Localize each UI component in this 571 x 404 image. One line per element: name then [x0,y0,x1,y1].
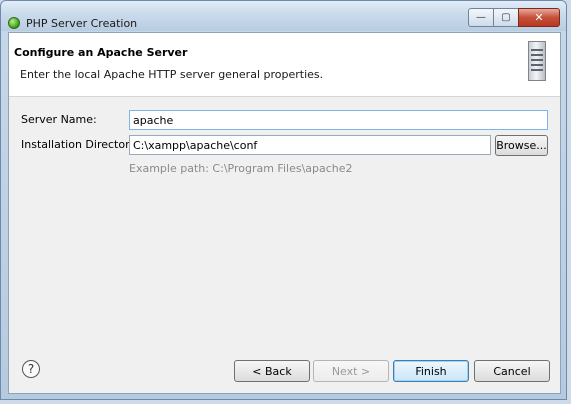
page-title: Configure an Apache Server [14,46,188,59]
dialog-client-area: Configure an Apache Server Enter the loc… [8,32,561,394]
dialog-window: PHP Server Creation — ▢ ✕ Configure an A… [0,0,567,400]
php-app-icon [8,17,20,29]
server-icon [528,41,546,81]
next-button: Next > [313,360,389,382]
cancel-button[interactable]: Cancel [474,360,550,382]
minimize-icon: — [476,12,486,23]
server-name-label: Server Name: [21,113,97,126]
server-name-input[interactable] [129,110,548,130]
help-icon[interactable]: ? [22,360,40,378]
title-bar[interactable]: PHP Server Creation — ▢ ✕ [1,1,566,31]
minimize-button[interactable]: — [468,8,494,27]
finish-button[interactable]: Finish [393,360,469,382]
wizard-header: Configure an Apache Server Enter the loc… [9,33,560,97]
close-button[interactable]: ✕ [518,8,560,27]
maximize-button[interactable]: ▢ [493,8,519,27]
example-path-hint: Example path: C:\Program Files\apache2 [129,162,353,175]
window-controls: — ▢ ✕ [468,8,560,28]
install-dir-input[interactable] [129,135,491,155]
browse-button[interactable]: Browse... [495,135,548,156]
window-title: PHP Server Creation [26,17,138,30]
install-dir-label: Installation Directory: [21,138,140,151]
maximize-icon: ▢ [501,12,511,23]
page-description: Enter the local Apache HTTP server gener… [20,68,324,81]
back-button[interactable]: < Back [234,360,310,382]
close-icon: ✕ [534,11,544,24]
